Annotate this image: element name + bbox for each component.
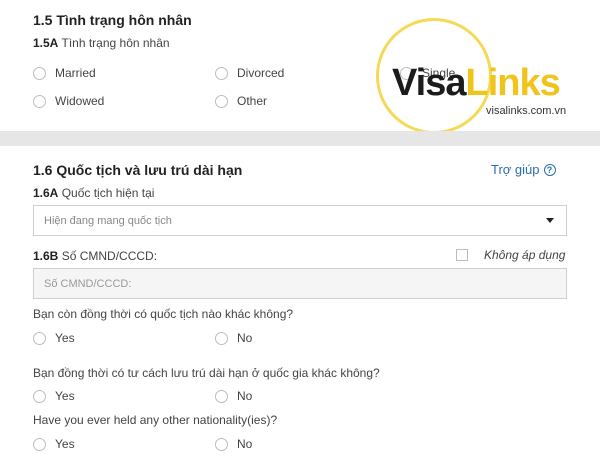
radio-held-other-no[interactable]: No [215, 437, 252, 451]
nationality-title: 1.6 Quốc tịch và lưu trú dài hạn [33, 162, 243, 178]
radio-label: Yes [55, 331, 75, 345]
radio-other-residency-yes[interactable]: Yes [33, 389, 75, 403]
radio-label: No [237, 437, 253, 451]
section-divider [0, 131, 600, 146]
radio-circle[interactable] [215, 437, 228, 451]
radio-circle[interactable] [215, 94, 228, 108]
radio-label: Divorced [237, 66, 285, 80]
radio-other[interactable]: Other [215, 94, 267, 108]
radio-circle[interactable] [33, 94, 46, 108]
id-number-code: 1.6B [33, 249, 59, 263]
radio-other-residency-no[interactable]: No [215, 389, 252, 403]
radio-label: Other [237, 94, 268, 108]
radio-label: No [237, 389, 253, 403]
radio-circle[interactable] [33, 437, 46, 451]
radio-divorced[interactable]: Divorced [215, 66, 284, 80]
radio-label: Yes [55, 389, 75, 403]
caret-down-icon [546, 218, 554, 223]
visalinks-logo: VisaLinks visalinks.com.vn [375, 18, 595, 136]
radio-circle[interactable] [215, 66, 228, 80]
current-nationality-text: Quốc tịch hiện tại [61, 186, 155, 200]
radio-widowed[interactable]: Widowed [33, 94, 104, 108]
nationality-select[interactable]: Hiện đang mang quốc tịch [33, 205, 567, 236]
nationality-select-value: Hiện đang mang quốc tịch [44, 214, 172, 227]
not-applicable-checkbox[interactable]: Không áp dụng [456, 248, 565, 262]
radio-label: Married [55, 66, 96, 80]
radio-circle[interactable] [33, 331, 46, 345]
logo-wordmark: VisaLinks [392, 62, 561, 104]
id-number-text: Số CMND/CCCD: [61, 249, 158, 263]
question-held-other-nationality: Have you ever held any other nationality… [33, 413, 278, 427]
not-applicable-label: Không áp dụng [484, 248, 566, 262]
radio-label: Yes [55, 437, 75, 451]
id-number-label: 1.6B Số CMND/CCCD: [33, 249, 157, 263]
marital-status-code: 1.5A [33, 36, 59, 50]
question-other-nationality: Bạn còn đồng thời có quốc tịch nào khác … [33, 307, 294, 321]
checkbox-box[interactable] [456, 249, 468, 261]
radio-label: No [237, 331, 253, 345]
radio-held-other-yes[interactable]: Yes [33, 437, 75, 451]
help-icon: ? [543, 163, 556, 176]
marital-status-sublabel: 1.5A Tình trạng hôn nhân [33, 36, 170, 50]
radio-other-nationality-no[interactable]: No [215, 331, 252, 345]
current-nationality-label: 1.6A Quốc tịch hiện tại [33, 186, 154, 200]
radio-other-nationality-yes[interactable]: Yes [33, 331, 75, 345]
radio-circle[interactable] [33, 389, 46, 403]
current-nationality-code: 1.6A [33, 186, 59, 200]
marital-status-title: 1.5 Tình trạng hôn nhân [33, 12, 192, 28]
id-number-input[interactable] [33, 268, 567, 299]
help-label: Trợ giúp [491, 162, 540, 177]
radio-circle[interactable] [215, 331, 228, 345]
marital-status-label: Tình trạng hôn nhân [61, 36, 170, 50]
logo-site-url: visalinks.com.vn [486, 105, 567, 117]
question-other-residency: Bạn đồng thời có tư cách lưu trú dài hạn… [33, 366, 380, 380]
radio-married[interactable]: Married [33, 66, 96, 80]
radio-circle[interactable] [33, 66, 46, 80]
help-link[interactable]: Trợ giúp ? [491, 162, 556, 177]
radio-circle[interactable] [215, 389, 228, 403]
radio-label: Widowed [55, 94, 105, 108]
